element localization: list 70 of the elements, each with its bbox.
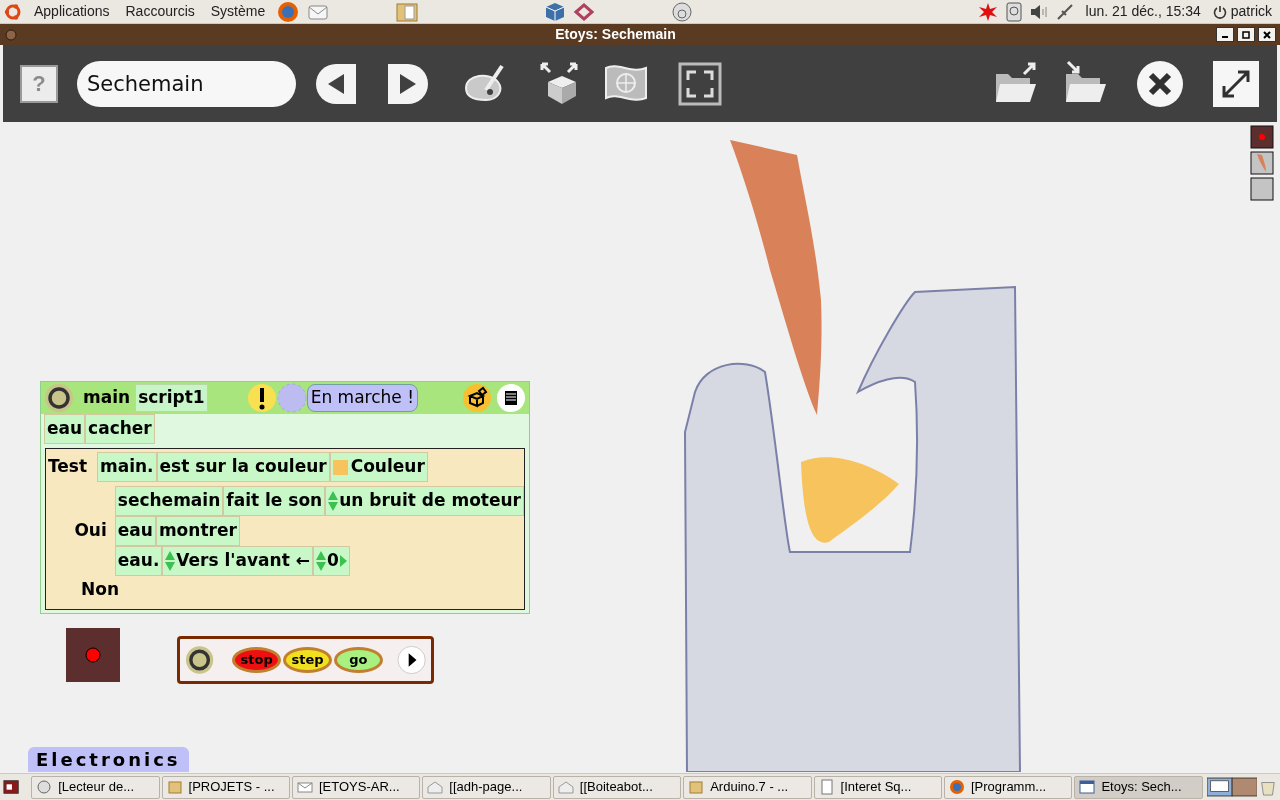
project-name-field[interactable]: Sechemain <box>77 60 296 107</box>
browser-icon <box>949 779 965 795</box>
blank-thumbnail-icon[interactable] <box>1250 177 1274 201</box>
folder-icon <box>688 779 705 795</box>
taskbar-item[interactable]: [Programm... <box>944 775 1073 799</box>
close-button[interactable] <box>1136 59 1184 108</box>
script-name-field[interactable]: script1 <box>135 384 208 412</box>
maximize-icon[interactable] <box>1241 29 1251 40</box>
control-button[interactable]: step <box>283 647 332 673</box>
code-tile[interactable]: un bruit de moteur <box>325 486 524 516</box>
expand-button[interactable] <box>1212 59 1260 108</box>
circle-button[interactable] <box>44 383 74 413</box>
no-label: Non <box>80 578 120 601</box>
code-tile[interactable]: main. <box>97 452 157 482</box>
cube-icon[interactable] <box>545 1 566 22</box>
code-tile[interactable]: eau <box>114 516 156 546</box>
test-label: Test <box>47 455 89 479</box>
control-button[interactable]: stop <box>232 647 282 673</box>
play-button[interactable] <box>396 645 426 675</box>
workspace-switcher-icon[interactable] <box>1206 776 1258 798</box>
hand-thumbnail-icon[interactable] <box>1250 151 1274 175</box>
clock[interactable]: lun. 21 déc., 15:34 <box>1081 1 1205 22</box>
show-desktop-icon[interactable] <box>3 778 20 796</box>
taskbar-item[interactable]: [PROJETS - ... <box>161 775 290 799</box>
record-button[interactable] <box>66 628 120 682</box>
code-tile[interactable]: fait le son <box>223 486 326 516</box>
window-title: Etoys: Sechemain <box>554 25 677 44</box>
circle-button[interactable] <box>185 645 215 675</box>
script-owner: main <box>83 386 131 410</box>
menu-item[interactable]: Applications <box>30 1 114 22</box>
cube-button[interactable] <box>462 383 492 413</box>
code-tile[interactable]: montrer <box>155 516 240 546</box>
minimize-button[interactable] <box>1216 27 1234 42</box>
electronics-flap-tab[interactable]: Electronics <box>28 747 189 772</box>
code-tile[interactable]: eau <box>44 414 86 444</box>
code-tile[interactable]: Couleur <box>329 452 428 482</box>
record-thumbnail-icon[interactable] <box>1250 125 1274 149</box>
taskbar-item[interactable]: Arduino.7 - ... <box>683 775 812 799</box>
menu-item[interactable]: Système <box>206 1 270 22</box>
browser-icon[interactable] <box>277 0 300 23</box>
alert-icon[interactable] <box>977 1 998 22</box>
status-button[interactable]: En marche ! <box>306 384 418 412</box>
maximize-button[interactable] <box>1237 27 1255 42</box>
power-icon[interactable] <box>1212 4 1227 19</box>
close-button[interactable] <box>1258 27 1276 42</box>
window-icon <box>1079 779 1096 795</box>
volume-icon[interactable] <box>1029 3 1048 20</box>
document-icon <box>818 779 835 795</box>
exclamation-button[interactable] <box>246 383 277 413</box>
taskbar-item[interactable]: [[Boiteabot... <box>552 775 682 799</box>
close-icon[interactable] <box>1262 29 1272 40</box>
code-tile[interactable]: sechemain <box>114 486 224 516</box>
code-tile[interactable]: est sur la couleur <box>156 452 330 482</box>
taskbar-item[interactable]: [Interet Sq... <box>813 775 942 799</box>
code-tile[interactable]: cacher <box>85 414 155 444</box>
user-name[interactable]: patrick <box>1230 1 1276 22</box>
folder-icon <box>166 779 183 795</box>
taskbar-item[interactable]: Etoys: Sech... <box>1074 775 1203 799</box>
code-tile[interactable]: Vers l'avant ← <box>162 546 313 576</box>
color-swatch[interactable] <box>332 459 348 475</box>
taskbar-item[interactable]: [ETOYS-AR... <box>291 775 421 799</box>
taskbar-item[interactable]: [[adh-page... <box>422 775 551 799</box>
code-tile[interactable]: eau. <box>114 546 163 576</box>
taskbar-item[interactable]: [Lecteur de... <box>31 775 160 799</box>
menu-button[interactable] <box>496 383 526 413</box>
window-menu-icon[interactable] <box>4 27 18 42</box>
ubuntu-logo-icon[interactable] <box>4 2 22 21</box>
control-button[interactable]: go <box>333 647 383 673</box>
yes-label: Oui <box>73 519 108 543</box>
menu-item[interactable]: Raccourcis <box>121 1 199 22</box>
